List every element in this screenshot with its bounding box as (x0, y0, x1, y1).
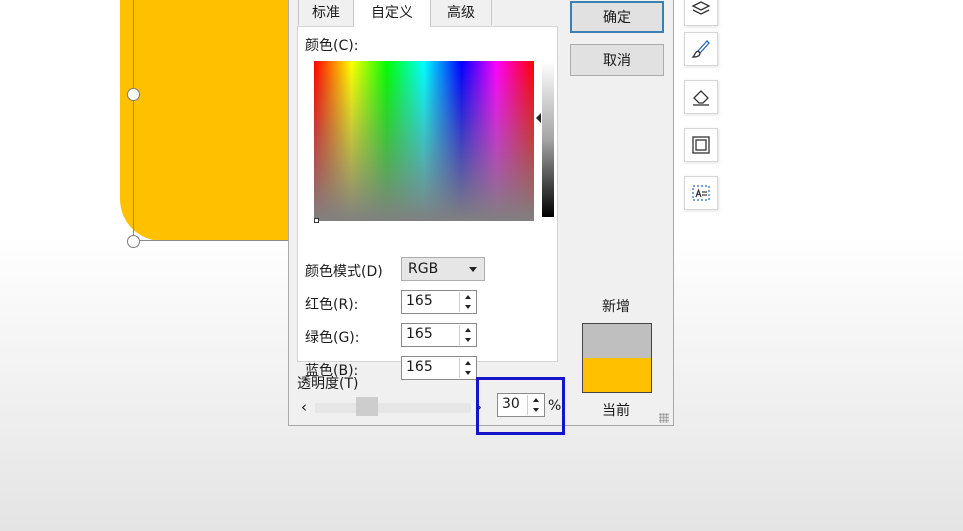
brush-icon (691, 40, 710, 58)
red-down-button[interactable] (460, 302, 475, 312)
eraser-icon (693, 90, 709, 106)
color-mode-value: RGB (408, 261, 439, 277)
blue-stepper[interactable]: 165 (401, 356, 477, 380)
color-mode-label: 颜色模式(D) (305, 264, 383, 280)
scroll-left-icon[interactable]: ‹ (301, 398, 307, 416)
text-box-icon (692, 185, 710, 201)
brush-button[interactable] (684, 32, 718, 66)
eraser-button[interactable] (684, 80, 718, 114)
new-label: 新增 (602, 299, 630, 315)
green-up-button[interactable] (460, 325, 475, 335)
chevron-down-icon (469, 267, 477, 272)
green-stepper[interactable]: 165 (401, 323, 477, 347)
custom-panel: 颜色(C): 颜色模式(D) RGB 红色(R): 165 绿色(G): 165… (297, 26, 558, 380)
red-label: 红色(R): (305, 297, 359, 313)
frame-icon (692, 136, 710, 154)
color-mode-select[interactable]: RGB (401, 257, 485, 281)
resize-grip-icon[interactable] (659, 413, 669, 423)
green-value[interactable]: 165 (406, 326, 433, 342)
layers-button[interactable] (684, 0, 718, 26)
frame-button[interactable] (684, 128, 718, 162)
luminance-pointer[interactable] (536, 113, 541, 123)
current-label: 当前 (602, 403, 630, 419)
transparency-label: 透明度(T) (297, 376, 359, 392)
triangle-up-icon (464, 361, 471, 365)
blue-up-button[interactable] (460, 358, 475, 368)
red-up-button[interactable] (460, 292, 475, 302)
blue-down-button[interactable] (460, 368, 475, 378)
resize-handle-bottom-left[interactable] (127, 235, 140, 248)
triangle-up-icon (464, 295, 471, 299)
luminance-slider[interactable] (542, 61, 554, 217)
triangle-down-icon (464, 371, 471, 375)
transparency-track[interactable] (315, 403, 471, 413)
color-preview (582, 323, 652, 393)
green-label: 绿色(G): (305, 330, 360, 346)
color-spectrum[interactable] (314, 61, 534, 221)
red-stepper[interactable]: 165 (401, 290, 477, 314)
triangle-down-icon (464, 305, 471, 309)
green-down-button[interactable] (460, 335, 475, 345)
annotation-highlight-box (476, 377, 565, 435)
new-color-swatch (583, 324, 651, 358)
tab-advanced[interactable]: 高级 (430, 0, 492, 25)
tab-standard[interactable]: 标准 (298, 0, 354, 25)
colors-label: 颜色(C): (305, 38, 359, 54)
layers-icon (691, 1, 711, 15)
tab-custom[interactable]: 自定义 (353, 0, 431, 27)
transparency-thumb[interactable] (356, 397, 378, 416)
spectrum-crosshair[interactable] (314, 218, 319, 223)
triangle-down-icon (464, 338, 471, 342)
color-dialog: 标准 自定义 高级 颜色(C): 颜色模式(D) RGB 红色(R): 165 … (288, 0, 674, 426)
triangle-up-icon (464, 328, 471, 332)
cancel-button[interactable]: 取消 (570, 44, 664, 76)
ok-button[interactable]: 确定 (570, 1, 664, 33)
current-color-swatch (583, 358, 651, 392)
red-value[interactable]: 165 (406, 293, 433, 309)
blue-value[interactable]: 165 (406, 359, 433, 375)
resize-handle-left[interactable] (127, 88, 140, 101)
text-box-button[interactable] (684, 176, 718, 210)
